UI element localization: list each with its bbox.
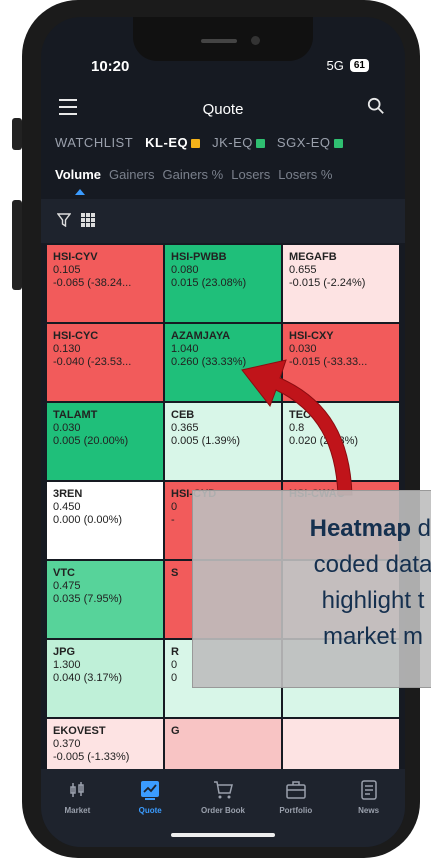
stock-change: 0.015 (23.08%) [171,277,247,289]
status-time: 10:20 [91,58,130,75]
stock-price: 0.130 [53,343,81,355]
stock-change: 0.000 (0.00%) [53,514,123,526]
sort-tab-gainers-pct[interactable]: Gainers % [163,167,224,182]
tab-jk-eq[interactable]: JK-EQ [212,135,265,150]
exchange-badge-icon [255,139,265,149]
nav-label: News [358,806,380,815]
speaker-grille [201,39,237,43]
heatmap-cell[interactable]: HSI-CYV 0.105 -0.065 (-38.24... [47,245,163,322]
stock-change: -0.015 (-2.24%) [289,277,366,289]
stock-price: 1.300 [53,659,81,671]
stock-change: -0.065 (-38.24... [53,277,132,289]
heatmap-cell[interactable]: VTC 0.475 0.035 (7.95%) [47,561,163,638]
heatmap-grid-icon[interactable] [81,213,95,227]
battery-icon: 61 [349,59,369,72]
sort-tabs: Volume Gainers Gainers % Losers Losers % [55,167,332,195]
stock-change: 0.005 (20.00%) [53,435,129,447]
callout-text: Heatmap di coded data highlight t market… [203,511,431,655]
sort-tab-losers-pct[interactable]: Losers % [278,167,332,182]
status-indicators: 5G 61 [327,58,369,73]
home-indicator [171,833,275,837]
callout-line3: highlight t [321,587,425,614]
top-bar: Quote [41,89,405,129]
nav-label: Market [64,806,91,815]
stock-symbol: VTC [53,567,75,579]
cart-icon [213,781,233,799]
nav-label: Quote [138,806,162,815]
stock-symbol: JPG [53,646,76,658]
callout-bold: Heatmap [309,515,411,542]
stock-price: 0.475 [53,580,81,592]
nav-label: Portfolio [279,806,313,815]
filter-icon[interactable] [57,213,71,227]
sort-tab-gainers[interactable]: Gainers [109,167,155,182]
active-tab-indicator [75,189,85,195]
stock-change: -0.005 (-1.33%) [53,751,130,763]
callout-line1: di [417,515,431,542]
exchange-tabs: WATCHLIST KL-EQ JK-EQ SGX-EQ [55,135,343,150]
stock-price: 0.030 [53,422,81,434]
heatmap-cell[interactable]: HSI-PWBB 0.080 0.015 (23.08%) [165,245,281,322]
stock-price: 0.080 [171,264,199,276]
nav-label: Order Book [200,806,245,815]
callout-line2: coded data [313,551,431,578]
quote-chart-icon [141,781,160,800]
search-icon[interactable] [367,97,385,115]
stock-price: 0.105 [53,264,81,276]
stock-symbol: G [171,725,180,737]
sort-tab-volume[interactable]: Volume [55,167,101,195]
stock-symbol: HSI-CYC [53,330,99,342]
tab-kl-eq[interactable]: KL-EQ [145,135,201,150]
exchange-badge-icon [333,139,343,149]
side-button-top [12,118,22,150]
stock-change: 0.040 (3.17%) [53,672,123,684]
market-icon [70,782,85,797]
exchange-badge-icon [191,139,201,149]
stock-symbol: EKOVEST [53,725,106,737]
stock-change: 0.035 (7.95%) [53,593,123,605]
tab-sgx-eq[interactable]: SGX-EQ [277,135,343,150]
stock-symbol: HSI-CYV [53,251,98,263]
callout-line4: market m [322,623,423,650]
stock-change: -0.040 (-23.53... [53,356,132,368]
tab-label: Volume [55,167,101,182]
heatmap-cell[interactable]: 3REN 0.450 0.000 (0.00%) [47,482,163,559]
stock-symbol: TALAMT [53,409,98,421]
nav-market[interactable]: Market [47,779,107,847]
side-button-volume [12,200,22,290]
tab-label: WATCHLIST [55,135,134,150]
tab-watchlist[interactable]: WATCHLIST [55,135,133,150]
news-icon [360,780,377,800]
stock-price: 0.450 [53,501,81,513]
callout-arrow-icon [241,359,353,496]
notch [133,17,313,61]
filter-bar [41,199,405,243]
stock-symbol: 3REN [53,488,83,500]
heatmap-cell[interactable]: MEGAFB 0.655 -0.015 (-2.24%) [283,245,399,322]
heatmap-cell[interactable]: JPG 1.300 0.040 (3.17%) [47,640,163,717]
callout-box: Heatmap di coded data highlight t market… [192,490,431,688]
front-camera [251,36,260,45]
heatmap-cell[interactable]: HSI-CYC 0.130 -0.040 (-23.53... [47,324,163,401]
tab-label: KL-EQ [145,135,189,150]
stock-price: 0.370 [53,738,81,750]
tab-label: JK-EQ [212,135,253,150]
stock-symbol: HSI-PWBB [171,251,227,263]
tab-label: SGX-EQ [276,135,331,150]
nav-portfolio[interactable]: Portfolio [266,779,326,847]
stock-symbol: MEGAFB [289,251,337,263]
network-label: 5G [326,58,344,73]
stock-price: 0.655 [289,264,317,276]
nav-news[interactable]: News [339,779,399,847]
sort-tab-losers[interactable]: Losers [231,167,270,182]
heatmap-cell[interactable]: TALAMT 0.030 0.005 (20.00%) [47,403,163,480]
briefcase-icon [286,781,306,799]
page-title: Quote [202,101,244,118]
